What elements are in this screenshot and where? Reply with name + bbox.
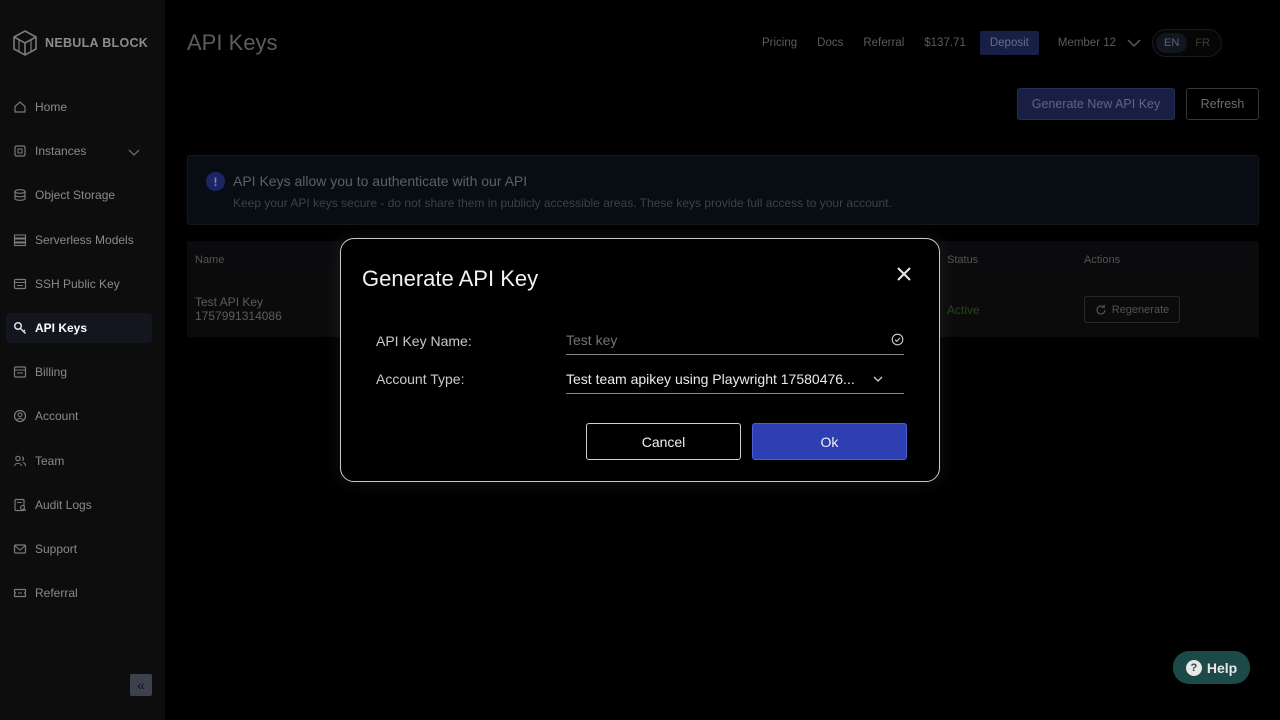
api-key-name-input[interactable] [566, 331, 866, 348]
sidebar-item-label: Billing [35, 365, 68, 380]
help-icon: ? [1185, 659, 1202, 676]
key-icon [13, 321, 27, 335]
account-type-select[interactable]: Test team apikey using Playwright 175804… [566, 364, 904, 394]
sidebar-item-label: Team [35, 453, 65, 468]
cancel-button[interactable]: Cancel [586, 423, 741, 460]
server-icon [14, 145, 26, 157]
account-type-label: Account Type: [376, 371, 465, 387]
team-icon [13, 455, 27, 466]
close-icon[interactable] [894, 264, 914, 284]
ok-button[interactable]: Ok [752, 423, 907, 460]
audit-icon [14, 498, 27, 511]
generate-api-key-dialog: Generate API Key API Key Name: Account T… [340, 238, 940, 482]
api-key-name-label: API Key Name: [376, 333, 472, 349]
layers-icon [13, 234, 27, 246]
help-label: Help [1206, 659, 1238, 676]
api-key-name-field[interactable] [566, 325, 904, 355]
billing-icon [13, 366, 27, 378]
help-button[interactable]: ? Help [1173, 651, 1250, 684]
account-icon [13, 410, 27, 423]
sidebar-item-label: Home [35, 100, 68, 115]
check-circle-icon [891, 333, 904, 346]
sidebar-item-label: Instances [35, 144, 87, 159]
account-type-value: Test team apikey using Playwright 175804… [566, 370, 855, 387]
sidebar-item-label: Audit Logs [35, 497, 92, 512]
ticket-icon [13, 589, 27, 598]
sidebar-item-label: Object Storage [35, 188, 116, 203]
home-icon [14, 101, 26, 113]
sidebar-item-label: SSH Public Key [35, 276, 120, 291]
sidebar-item-label: Referral [35, 586, 78, 601]
sidebar-item-label: Support [35, 541, 78, 556]
chevron-down-icon[interactable] [127, 145, 141, 159]
database-icon [14, 189, 26, 202]
chevron-down-icon [873, 376, 883, 382]
terminal-icon [13, 278, 27, 289]
sidebar-item-label: Account [35, 409, 79, 424]
sidebar-item-label: Serverless Models [35, 232, 134, 247]
dialog-title: Generate API Key [362, 266, 539, 291]
mail-icon [13, 544, 27, 554]
sidebar-item-label: API Keys [35, 321, 88, 336]
